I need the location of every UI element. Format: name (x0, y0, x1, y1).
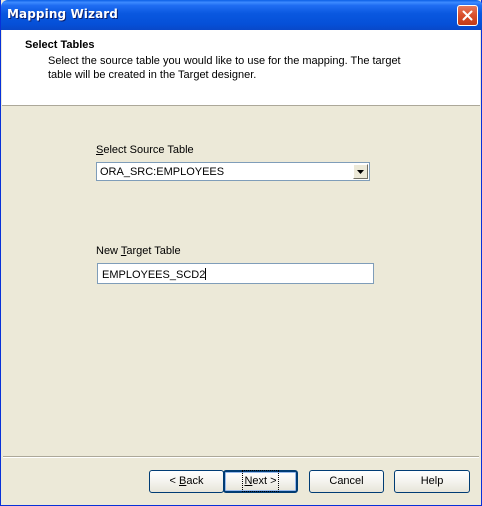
source-table-value: ORA_SRC:EMPLOYEES (100, 166, 225, 178)
footer-divider (3, 456, 479, 458)
step-description: Select the source table you would like t… (48, 55, 401, 81)
target-table-label: New Target Table (96, 245, 181, 257)
close-button[interactable] (457, 5, 478, 26)
dropdown-button[interactable] (353, 164, 368, 179)
source-label-text: elect Source Table (103, 144, 194, 156)
target-label-text: arget Table (126, 245, 181, 257)
target-table-input[interactable]: EMPLOYEES_SCD2 (97, 263, 374, 284)
target-label-pre: New (96, 245, 121, 257)
back-label-text: ack (186, 475, 204, 487)
title-bar[interactable]: Mapping Wizard (1, 0, 482, 30)
source-table-dropdown[interactable]: ORA_SRC:EMPLOYEES (96, 162, 370, 181)
wizard-header: Select Tables Select the source table yo… (2, 30, 480, 106)
next-label-text: ext > (252, 475, 277, 487)
next-button[interactable]: Next > (223, 470, 298, 493)
step-title: Select Tables (25, 39, 95, 51)
source-table-label: Select Source Table (96, 144, 194, 156)
target-table-text: EMPLOYEES_SCD2 (102, 269, 206, 281)
mapping-wizard-window: Mapping Wizard Select Tables Select the … (0, 0, 482, 506)
text-caret (205, 268, 207, 280)
target-table-value: EMPLOYEES_SCD2 (102, 268, 207, 281)
back-label-pre: < (169, 475, 179, 487)
close-icon (462, 10, 473, 21)
cancel-button[interactable]: Cancel (309, 470, 384, 493)
window-title: Mapping Wizard (7, 7, 118, 21)
help-button[interactable]: Help (394, 470, 470, 493)
back-button[interactable]: < Back (149, 470, 224, 493)
next-focus-rect: Next > (242, 470, 279, 492)
chevron-down-icon (357, 170, 364, 174)
